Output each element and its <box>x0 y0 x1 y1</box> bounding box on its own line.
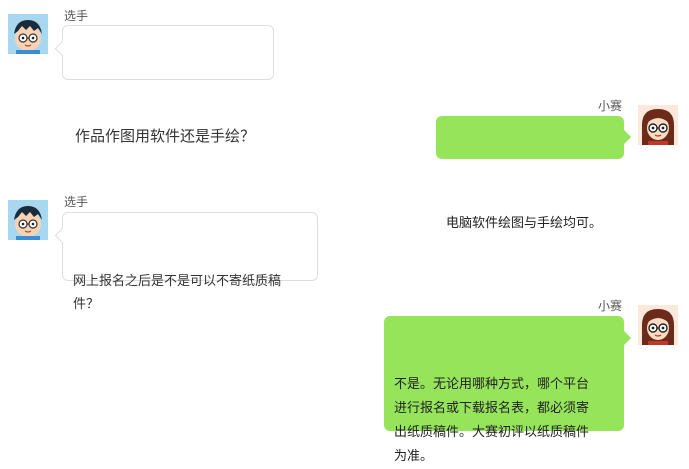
message-text: 作品作图用软件还是手绘？ <box>75 127 256 145</box>
message-bubble: 电脑软件绘图与手绘均可。 <box>436 116 632 231</box>
message-bubble: 不是。无论用哪种方式，哪个平台 进行报名或下载报名表，都必须寄 出纸质稿件。大赛… <box>384 316 632 464</box>
message-text: 电脑软件绘图与手绘均可。 <box>446 216 603 231</box>
message-text: 不是。无论用哪种方式，哪个平台 进行报名或下载报名表，都必须寄 出纸质稿件。大赛… <box>394 377 590 464</box>
bubble-tail <box>616 129 632 145</box>
girl-avatar-icon <box>638 105 678 145</box>
sender-name: 小赛 <box>598 99 623 113</box>
girl-avatar-icon <box>638 305 678 345</box>
sender-name: 小赛 <box>598 299 623 313</box>
message-bubble: 网上报名之后是不是可以不寄纸质稿 件？ <box>54 212 318 312</box>
bubble-tail <box>54 40 71 57</box>
sender-name: 选手 <box>64 195 89 209</box>
message-text: 网上报名之后是不是可以不寄纸质稿 件？ <box>73 274 282 312</box>
bubble-tail <box>616 330 632 346</box>
sender-name: 选手 <box>64 9 89 23</box>
message-bubble: 作品作图用软件还是手绘？ <box>54 25 274 145</box>
bubble-tail <box>54 227 71 244</box>
boy-avatar-icon <box>8 200 48 240</box>
boy-avatar-icon <box>8 14 48 54</box>
